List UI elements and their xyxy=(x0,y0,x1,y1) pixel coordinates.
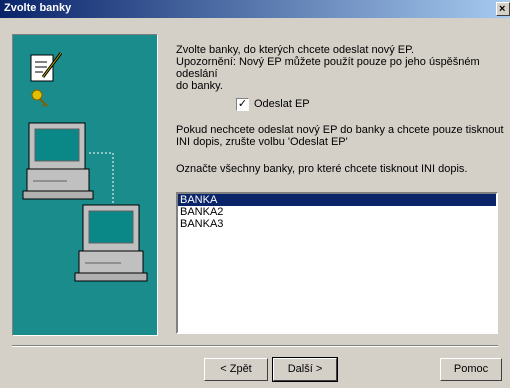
send-ep-label[interactable]: Odeslat EP xyxy=(254,98,310,111)
intro-text: Zvolte banky, do kterých chcete odeslat … xyxy=(176,44,510,92)
ini-note-line-2: INI dopis, zrušte volbu 'Odeslat EP' xyxy=(176,136,348,148)
window-title: Zvolte banky xyxy=(4,2,72,14)
bank-list[interactable]: BANKA BANKA2 BANKA3 xyxy=(176,192,498,334)
select-prompt: Označte všechny banky, pro které chcete … xyxy=(176,163,468,175)
ini-note: Pokud nechcete odeslat nový EP do banky … xyxy=(176,124,504,148)
ini-note-line-1: Pokud nechcete odeslat nový EP do banky … xyxy=(176,124,504,136)
bank-item-banka3[interactable]: BANKA3 xyxy=(178,218,496,230)
next-button[interactable]: Další > xyxy=(272,357,338,382)
back-button[interactable]: < Zpět xyxy=(204,358,268,381)
bank-item-banka2[interactable]: BANKA2 xyxy=(178,206,496,218)
wizard-illustration xyxy=(12,34,158,336)
bank-item-banka[interactable]: BANKA xyxy=(178,194,496,206)
intro-line-2: Upozornění: Nový EP můžete použít pouze … xyxy=(176,56,480,80)
computer-icon xyxy=(22,122,94,200)
close-button[interactable]: × xyxy=(496,2,510,16)
title-bar: Zvolte banky xyxy=(0,0,510,18)
illustration-art xyxy=(22,52,148,282)
key-icon xyxy=(31,89,48,107)
intro-line-1: Zvolte banky, do kterých chcete odeslat … xyxy=(176,44,415,56)
computer-icon xyxy=(74,204,148,282)
send-ep-checkbox[interactable]: ✓ xyxy=(236,98,249,111)
footer-divider xyxy=(12,345,498,347)
intro-line-3: do banky. xyxy=(176,80,223,92)
help-button[interactable]: Pomoc xyxy=(440,358,502,381)
document-pen-icon xyxy=(30,52,63,82)
